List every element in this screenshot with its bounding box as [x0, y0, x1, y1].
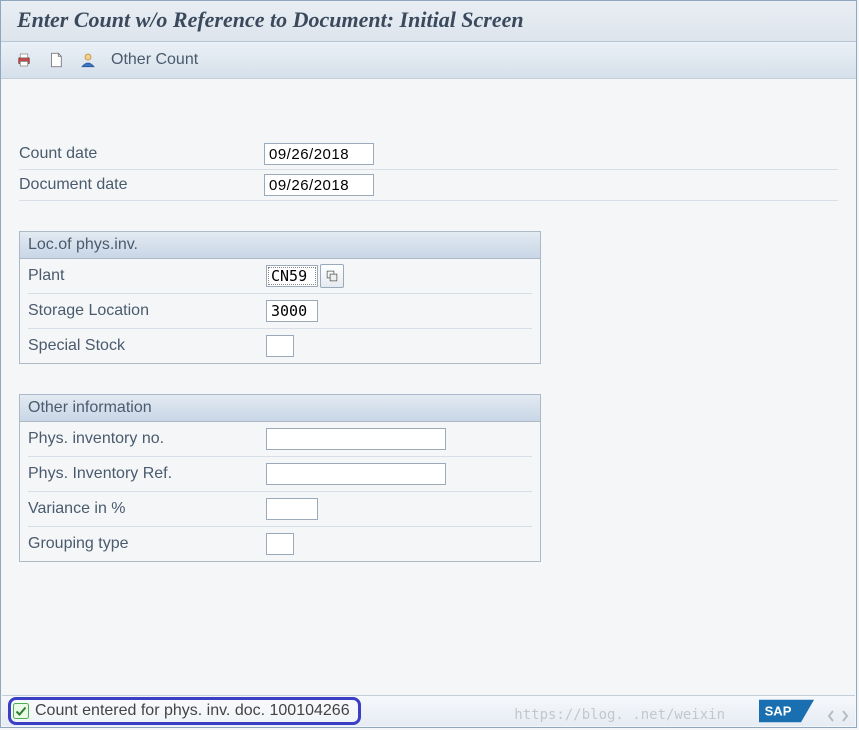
toolbar: Other Count [1, 42, 856, 79]
new-document-icon[interactable] [43, 47, 69, 73]
grouping-type-input[interactable] [266, 533, 294, 555]
document-date-input[interactable] [264, 174, 374, 196]
label-count-date: Count date [19, 145, 264, 163]
user-icon[interactable] [75, 47, 101, 73]
page-title: Enter Count w/o Reference to Document: I… [17, 7, 524, 32]
special-stock-input[interactable] [266, 335, 294, 357]
label-phys-inv-ref: Phys. Inventory Ref. [28, 465, 266, 483]
row-phys-inv-ref: Phys. Inventory Ref. [28, 457, 532, 492]
label-special-stock: Special Stock [28, 337, 266, 355]
row-grouping-type: Grouping type [28, 527, 532, 561]
nav-arrows[interactable] [825, 709, 851, 723]
group-other-info: Other information Phys. inventory no. Ph… [19, 394, 541, 562]
phys-inv-no-input[interactable] [266, 428, 446, 450]
group-header-other: Other information [20, 395, 540, 422]
storage-location-input[interactable] [266, 300, 318, 322]
row-variance: Variance in % [28, 492, 532, 527]
label-variance: Variance in % [28, 500, 266, 518]
status-message: Count entered for phys. inv. doc. 100104… [35, 702, 350, 720]
label-document-date: Document date [19, 176, 264, 194]
row-plant: Plant [28, 259, 532, 294]
group-header-loc: Loc.of phys.inv. [20, 232, 540, 259]
success-icon [13, 703, 29, 719]
row-count-date: Count date [19, 139, 838, 170]
row-phys-inv-no: Phys. inventory no. [28, 422, 532, 457]
plant-input[interactable] [266, 265, 318, 287]
print-icon[interactable] [11, 47, 37, 73]
watermark-text: https://blog. .net/weixin [514, 707, 725, 723]
status-bar: Count entered for phys. inv. doc. 100104… [2, 695, 855, 726]
count-date-input[interactable] [264, 143, 374, 165]
content-area: Count date Document date Loc.of phys.inv… [1, 79, 856, 574]
label-phys-inv-no: Phys. inventory no. [28, 430, 266, 448]
label-plant: Plant [28, 267, 266, 285]
sap-logo: SAP [759, 697, 815, 725]
group-loc-phys-inv: Loc.of phys.inv. Plant [19, 231, 541, 364]
title-bar: Enter Count w/o Reference to Document: I… [1, 1, 856, 42]
label-grouping-type: Grouping type [28, 535, 266, 553]
other-count-button[interactable]: Other Count [111, 51, 198, 69]
row-document-date: Document date [19, 170, 838, 201]
svg-text:SAP: SAP [765, 704, 792, 719]
status-message-box: Count entered for phys. inv. doc. 100104… [8, 697, 361, 725]
phys-inv-ref-input[interactable] [266, 463, 446, 485]
row-special-stock: Special Stock [28, 329, 532, 363]
plant-search-help-button[interactable] [320, 264, 344, 288]
variance-input[interactable] [266, 498, 318, 520]
label-storage-location: Storage Location [28, 302, 266, 320]
row-storage-location: Storage Location [28, 294, 532, 329]
